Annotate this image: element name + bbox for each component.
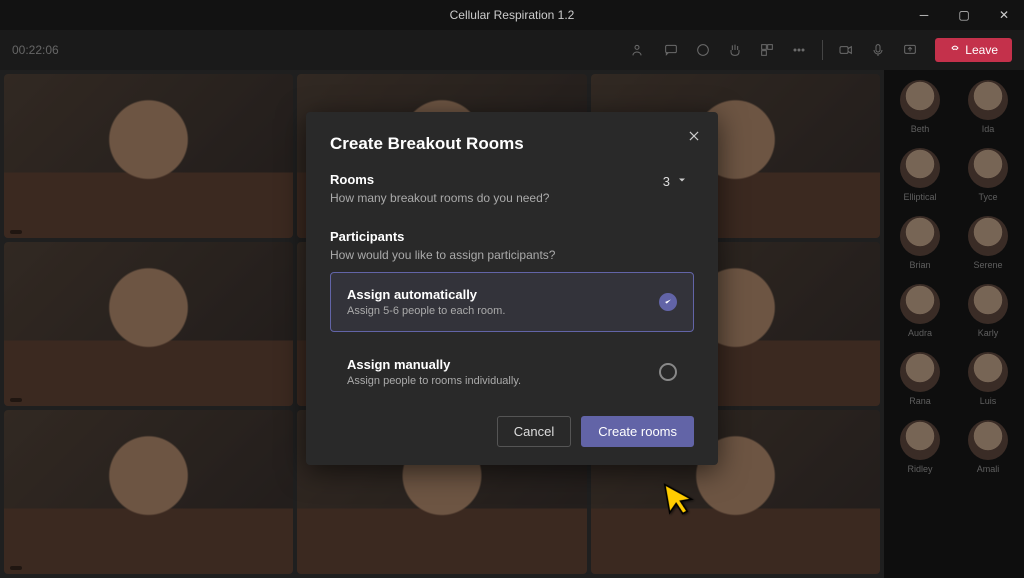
radio-selected [659,293,677,311]
chat-icon[interactable] [658,37,684,63]
camera-icon[interactable] [833,37,859,63]
rooms-section-prompt: How many breakout rooms do you need? [330,191,549,205]
chevron-down-icon [676,174,688,189]
rooms-section-label: Rooms [330,172,549,187]
room-count-select[interactable]: 3 [657,172,694,191]
room-count-value: 3 [663,174,670,189]
dialog-overlay: Create Breakout Rooms Rooms How many bre… [0,70,1024,578]
option-title: Assign automatically [347,287,505,302]
more-icon[interactable] [786,37,812,63]
leave-button[interactable]: Leave [935,38,1012,62]
dialog-close-button[interactable] [680,122,708,150]
mic-icon[interactable] [865,37,891,63]
radio-unselected [659,363,677,381]
create-rooms-button[interactable]: Create rooms [581,416,694,447]
dialog-title: Create Breakout Rooms [330,134,694,154]
participants-section-prompt: How would you like to assign participant… [330,248,694,262]
people-icon[interactable] [626,37,652,63]
reactions-icon[interactable] [690,37,716,63]
window-titlebar: Cellular Respiration 1.2 ─ ▢ ✕ [0,0,1024,30]
option-desc: Assign people to rooms individually. [347,375,521,387]
assign-manually-option[interactable]: Assign manually Assign people to rooms i… [330,342,694,402]
option-desc: Assign 5-6 people to each room. [347,305,505,317]
cancel-button[interactable]: Cancel [497,416,571,447]
meeting-toolbar: 00:22:06 Leave [0,30,1024,70]
raise-hand-icon[interactable] [722,37,748,63]
leave-button-label: Leave [965,43,998,57]
window-title: Cellular Respiration 1.2 [450,8,575,22]
meeting-timer: 00:22:06 [12,43,59,57]
breakout-rooms-icon[interactable] [754,37,780,63]
assign-automatically-option[interactable]: Assign automatically Assign 5-6 people t… [330,272,694,332]
share-icon[interactable] [897,37,923,63]
window-close-button[interactable]: ✕ [984,0,1024,30]
participants-section-label: Participants [330,229,694,244]
window-minimize-button[interactable]: ─ [904,0,944,30]
window-maximize-button[interactable]: ▢ [944,0,984,30]
create-breakout-rooms-dialog: Create Breakout Rooms Rooms How many bre… [306,112,718,465]
option-title: Assign manually [347,357,521,372]
